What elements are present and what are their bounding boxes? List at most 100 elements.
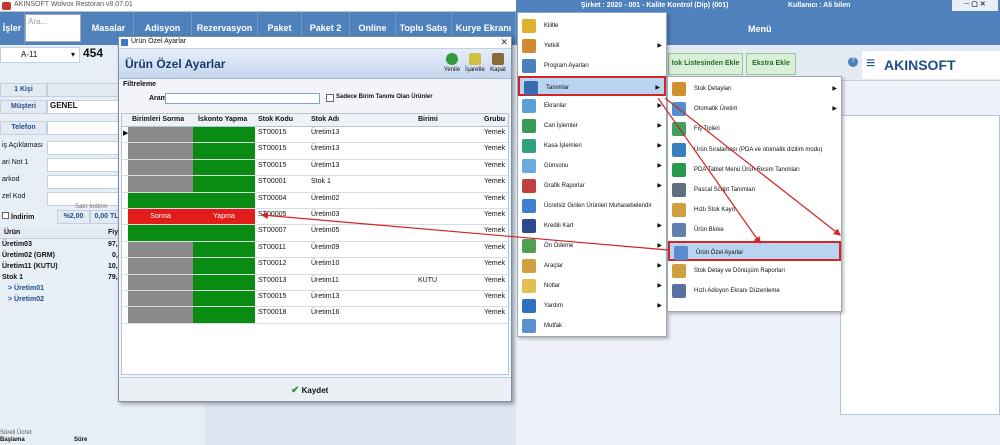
menu-item[interactable]: Ön Ödeme ▶ [518,236,666,256]
grid-row[interactable]: ST00018 Üretim16 Yemek [122,307,508,324]
discount-pct[interactable]: %2,00 [57,210,90,224]
grid-row[interactable]: ST00011 Üretim09 Yemek [122,241,508,259]
birim-filter-checkbox[interactable] [326,94,334,102]
submenu-item[interactable]: Pascal Script Tanımları [668,180,841,200]
submenu-item[interactable]: Ürün Bloke [668,220,841,240]
col-iskonto-yapma[interactable]: İskonto Yapma [198,116,247,123]
dialog-header-title: Ürün Özel Ayarlar [125,57,226,71]
col-birimleri-sorma[interactable]: Birimleri Sorma [132,116,184,123]
product-row[interactable]: Üretim11 (KUTU) 10, [2,263,118,270]
stok-adi-cell: Stok 1 [311,178,331,186]
birimleri-sorma-cell[interactable] [128,307,193,323]
submenu-item[interactable]: PDA Tablet Menü Ürün Resim Tanımları [668,160,841,180]
grid-row[interactable]: Sorma Yapma ST00005 Üretim03 Yemek [122,209,508,226]
grid-row[interactable]: ST00015 Üretim13 Yemek [122,159,508,177]
kisi-button[interactable]: 1 Kişi [0,83,47,97]
nav-search-input[interactable]: Ara... [25,14,81,42]
menu-item[interactable]: Yardım ▶ [518,296,666,316]
submenu-item[interactable]: Hızlı Adisyon Ekranı Düzenleme [668,281,841,301]
not-label: ari Not 1 [2,159,29,166]
grid-row[interactable]: ST00015 Üretim13 Yemek [122,291,508,308]
submenu-item[interactable]: Ürün Sıralaması (PDA ve otomatik dizilim… [668,140,841,160]
iskonto-yapma-cell[interactable] [193,274,255,290]
iskonto-yapma-cell[interactable]: Yapma [193,209,255,225]
grid-row[interactable]: ST00007 Üretim05 Yemek [122,225,508,242]
grid-row[interactable]: ST00015 Üretim13 Yemek [122,143,508,160]
menu-item[interactable]: Kredili Kart ▶ [518,216,666,236]
kapat-button[interactable]: Kapat [487,53,509,73]
grid-row[interactable]: ST00015 Üretim13 Yemek ▶ [122,127,508,144]
product-row[interactable]: Stok 1 79, [2,274,118,281]
birimleri-sorma-cell[interactable] [128,258,193,274]
menu-item[interactable]: Günsonu ▶ [518,156,666,176]
iskonto-yapma-cell[interactable] [193,143,255,159]
birimleri-sorma-cell[interactable] [128,159,193,176]
menu-item[interactable]: Program Ayarları [518,56,666,76]
iskonto-yapma-cell[interactable] [193,127,255,143]
col-stok-kodu[interactable]: Stok Kodu [258,116,293,123]
grid-row[interactable]: ST00012 Üretim10 Yemek [122,258,508,275]
menu-item[interactable]: Notlar ▶ [518,276,666,296]
submenu-item[interactable]: Fiş Tipleri [668,119,841,139]
menu-item[interactable]: Grafik Raporlar ▶ [518,176,666,196]
birimleri-sorma-cell[interactable] [128,291,193,307]
iskonto-yapma-cell[interactable] [193,291,255,307]
arama-input[interactable] [165,93,320,104]
window-controls[interactable]: ─ ▢ ✕ [952,0,998,11]
birimleri-sorma-cell[interactable]: Sorma [128,209,193,225]
grid-row[interactable]: ST00013 Üretim11 KUTU Yemek [122,274,508,291]
yenile-button[interactable]: Yenile [441,53,463,73]
menu-item[interactable]: Cari İşlemler ▶ [518,116,666,136]
submenu-item[interactable]: Stok Detay ve Dönüşüm Raporları [668,261,841,281]
kaydet-button[interactable]: ✔ Kaydet [291,385,328,396]
indirim-checkbox[interactable] [2,212,9,219]
ekstra-button[interactable]: Ekstra Ekle [746,53,796,75]
submenu-item[interactable]: Otomatik Üretim ▶ [668,99,841,119]
birimleri-sorma-cell[interactable] [128,176,193,192]
menu-item[interactable]: Tanımlar ▶ [518,76,666,96]
menu-item[interactable]: Mutfak [518,316,666,336]
submenu-item[interactable]: Stok Detayları ▶ [668,79,841,99]
subproduct-row[interactable]: > Üretim01 [8,285,44,292]
iskonto-yapma-cell[interactable] [193,241,255,258]
birimleri-sorma-cell[interactable] [128,127,193,143]
menu-item[interactable]: Araçlar ▶ [518,256,666,276]
menu-item[interactable]: Yetkili ▶ [518,36,666,56]
close-icon[interactable]: ✕ [500,37,508,48]
menu-item-icon [522,259,536,273]
grid-row[interactable]: ST00004 Üretim02 Yemek [122,192,508,209]
birimleri-sorma-cell[interactable] [128,143,193,159]
musteri-button[interactable]: Müşteri [0,100,47,114]
menu-item[interactable]: Ücretsiz Girilen Ürünleri Muhasebelendir [518,196,666,216]
isaretle-button[interactable]: İşaretle [464,53,486,73]
iskonto-yapma-cell[interactable] [193,258,255,274]
subproduct-row[interactable]: > Üretim02 [8,296,44,303]
iskonto-yapma-cell[interactable] [193,192,255,208]
stok-adi-cell: Üretim10 [311,260,340,268]
iskonto-yapma-cell[interactable] [193,307,255,323]
birimleri-sorma-cell[interactable] [128,274,193,290]
col-grubu[interactable]: Grubu [484,116,505,123]
birimleri-sorma-cell[interactable] [128,192,193,208]
telefon-button[interactable]: Telefon [0,121,47,135]
submenu-item[interactable]: Ürün Özel Ayarlar [668,240,841,261]
col-birimi[interactable]: Birimi [418,116,438,123]
stok-listesi-button[interactable]: tok Listesinden Ekle [668,53,743,75]
help-icon[interactable]: ? [848,57,858,67]
menu-label[interactable]: Menü [748,24,772,34]
product-row[interactable]: Üretim03 97, [2,241,118,248]
col-stok-adi[interactable]: Stok Adı [311,116,339,123]
iskonto-yapma-cell[interactable] [193,159,255,176]
birimleri-sorma-cell[interactable] [128,225,193,241]
submenu-item[interactable]: Hızlı Stok Kayıt [668,200,841,220]
nav-islemler[interactable]: İşler [0,12,25,45]
table-selector[interactable]: A-11 ▾ [0,47,80,63]
iskonto-yapma-cell[interactable] [193,176,255,192]
menu-item[interactable]: Ekranlar ▶ [518,96,666,116]
birimleri-sorma-cell[interactable] [128,241,193,258]
product-row[interactable]: Üretim02 (GRM) 0, [2,252,118,259]
menu-item[interactable]: Kilitle [518,16,666,36]
grid-row[interactable]: ST00001 Stok 1 Yemek [122,176,508,193]
menu-item[interactable]: Kasa İşlemleri ▶ [518,136,666,156]
iskonto-yapma-cell[interactable] [193,225,255,241]
